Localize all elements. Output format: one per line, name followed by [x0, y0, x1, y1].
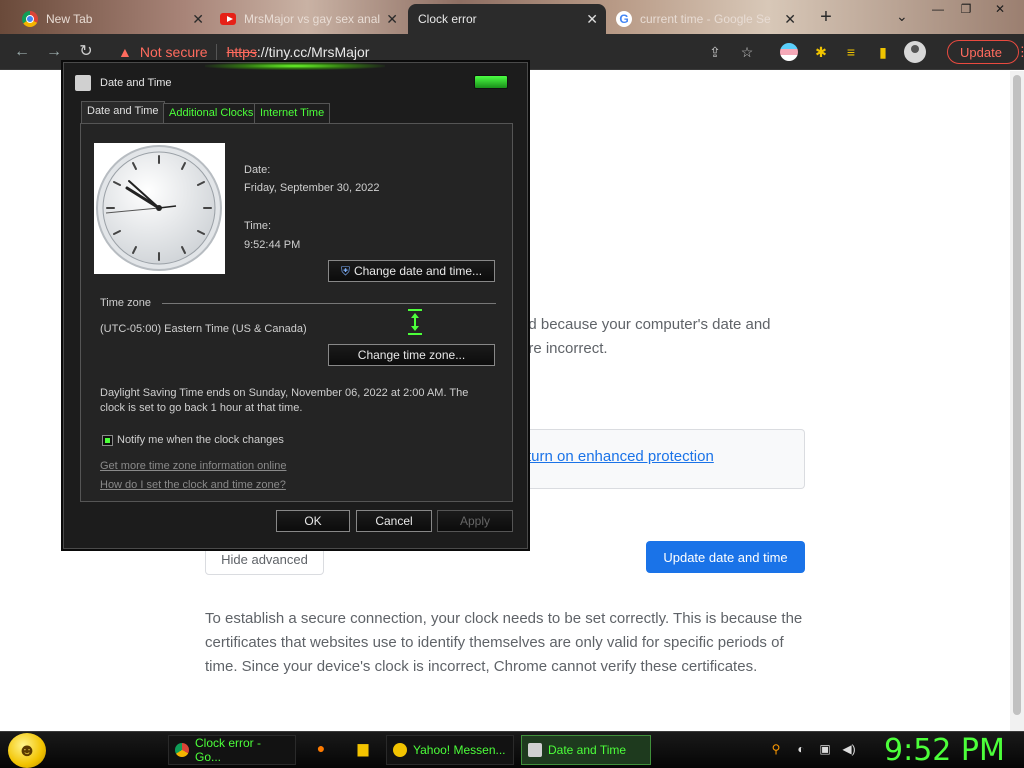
dialog-close-button[interactable]	[474, 75, 508, 89]
scrollbar-thumb[interactable]	[1013, 75, 1021, 715]
divider	[162, 303, 496, 304]
menu-dots-icon[interactable]: ⋮	[1016, 44, 1024, 60]
ok-button[interactable]: OK	[276, 510, 350, 532]
time-zone-info-link[interactable]: Get more time zone information online	[100, 460, 286, 472]
taskbar-item-label: Clock error - Go...	[195, 736, 262, 764]
side-panel-icon[interactable]: ▮	[874, 43, 892, 61]
explanation-text: To establish a secure connection, your c…	[205, 610, 803, 675]
reload-icon[interactable]: ↻	[76, 42, 96, 62]
firefox-icon[interactable]: ●	[312, 740, 330, 758]
url-text: ://tiny.cc/MrsMajor	[256, 44, 370, 60]
system-clock[interactable]: 9:52 PM	[884, 733, 1005, 768]
update-button[interactable]: Update ⋮	[947, 40, 1024, 64]
extensions-puzzle-icon[interactable]: ✱	[812, 43, 830, 61]
update-date-time-button[interactable]: Update date and time	[646, 541, 805, 573]
tab-strip: New Tab ✕ MrsMajor vs gay sex anal ✕ Clo…	[0, 0, 1024, 34]
taskbar-item-chrome[interactable]: Clock error - Go...	[168, 735, 296, 765]
close-tab-icon[interactable]: ✕	[784, 11, 796, 28]
forward-arrow-icon[interactable]: →	[44, 42, 64, 62]
tab-new-tab[interactable]: New Tab ✕	[14, 4, 212, 34]
close-tab-icon[interactable]: ✕	[192, 11, 204, 28]
tab-title: Clock error	[418, 12, 477, 26]
minimize-button[interactable]: —	[926, 2, 950, 18]
date-time-icon	[75, 75, 91, 91]
spinner-icon	[408, 309, 422, 335]
notify-checkbox[interactable]	[102, 435, 113, 446]
window-close-button[interactable]: ✕	[988, 2, 1012, 18]
error-body-line: ed because your computer's date and	[520, 316, 771, 333]
change-time-zone-button[interactable]: Change time zone...	[328, 344, 495, 366]
tab-title: New Tab	[46, 12, 93, 26]
youtube-icon	[220, 11, 236, 27]
back-arrow-icon[interactable]: ←	[12, 42, 32, 62]
tab-youtube[interactable]: MrsMajor vs gay sex anal ✕	[212, 4, 406, 34]
enhanced-protection-link[interactable]: turn on enhanced protection	[527, 448, 714, 465]
chrome-icon	[22, 11, 38, 27]
maximize-button[interactable]: ❐	[954, 2, 978, 18]
taskbar-item-date-time[interactable]: Date and Time	[521, 735, 651, 765]
extension-flag-icon[interactable]	[780, 43, 798, 61]
new-tab-button[interactable]: +	[815, 6, 837, 28]
dialog-glow	[205, 62, 385, 70]
uac-shield-icon: ⛨	[340, 263, 350, 278]
analog-clock	[94, 143, 225, 274]
taskbar-item-label: Date and Time	[548, 743, 627, 757]
clock-face-icon	[96, 145, 222, 271]
change-date-time-button[interactable]: ⛨ Change date and time...	[328, 260, 495, 282]
warning-icon: ▲	[118, 44, 132, 60]
network-icon[interactable]: ▣	[817, 742, 833, 758]
tab-clock-error[interactable]: Clock error ✕	[408, 4, 606, 34]
smiley-icon: ☻	[17, 740, 37, 760]
date-label: Date:	[244, 164, 271, 176]
time-zone-header: Time zone	[100, 297, 151, 309]
how-to-set-clock-link[interactable]: How do I set the clock and time zone?	[100, 479, 286, 491]
time-zone-value: (UTC-05:00) Eastern Time (US & Canada)	[100, 323, 307, 335]
tab-internet-time[interactable]: Internet Time	[254, 103, 331, 123]
tab-additional-clocks[interactable]: Additional Clocks	[163, 103, 260, 123]
divider	[215, 44, 217, 60]
chrome-icon	[175, 743, 189, 757]
time-value: 9:52:44 PM	[244, 239, 301, 251]
taskbar: ☻ Clock error - Go... ● ▆ Yahoo! Messen.…	[0, 731, 1024, 768]
tab-search-icon[interactable]: ⌄	[896, 8, 908, 25]
cancel-button[interactable]: Cancel	[356, 510, 432, 532]
folder-icon[interactable]: ▆	[354, 740, 372, 758]
search-icon[interactable]: ⚲	[768, 742, 784, 758]
taskbar-item-label: Yahoo! Messen...	[413, 743, 506, 757]
yahoo-messenger-icon	[393, 743, 407, 757]
apply-button[interactable]: Apply	[437, 510, 513, 532]
close-tab-icon[interactable]: ✕	[386, 11, 398, 28]
time-label: Time:	[244, 220, 272, 232]
change-date-time-label: Change date and time...	[353, 264, 483, 278]
volume-icon[interactable]: ◀)	[841, 742, 857, 758]
dialog-title: Date and Time	[100, 77, 172, 89]
tab-title: MrsMajor vs gay sex anal	[244, 12, 381, 26]
share-icon[interactable]: ⇪	[706, 43, 724, 61]
dst-notice-line: Daylight Saving Time ends on Sunday, Nov…	[100, 387, 469, 399]
dst-notice-line: clock is set to go back 1 hour at that t…	[100, 402, 303, 414]
date-value: Friday, September 30, 2022	[244, 182, 380, 194]
date-time-icon	[528, 743, 542, 757]
tab-google-search[interactable]: G current time - Google Se ✕	[608, 4, 804, 34]
bookmark-star-icon[interactable]: ☆	[738, 43, 756, 61]
date-time-dialog: Date and Time Date and Time Additional C…	[63, 62, 528, 549]
close-tab-icon[interactable]: ✕	[586, 11, 598, 28]
tab-date-and-time[interactable]: Date and Time	[81, 101, 165, 125]
notification-icon[interactable]: ◐	[793, 742, 809, 758]
error-body-line: are incorrect.	[520, 340, 608, 357]
notify-label[interactable]: Notify me when the clock changes	[117, 434, 284, 446]
tab-title: current time - Google Se	[640, 12, 771, 26]
google-icon: G	[616, 11, 632, 27]
media-queue-icon[interactable]: ≡	[842, 43, 860, 61]
url-scheme: https	[226, 44, 257, 60]
taskbar-item-yahoo[interactable]: Yahoo! Messen...	[386, 735, 514, 765]
profile-avatar[interactable]	[904, 41, 926, 63]
update-label: Update	[960, 44, 1002, 60]
not-secure-label[interactable]: Not secure	[140, 44, 208, 60]
